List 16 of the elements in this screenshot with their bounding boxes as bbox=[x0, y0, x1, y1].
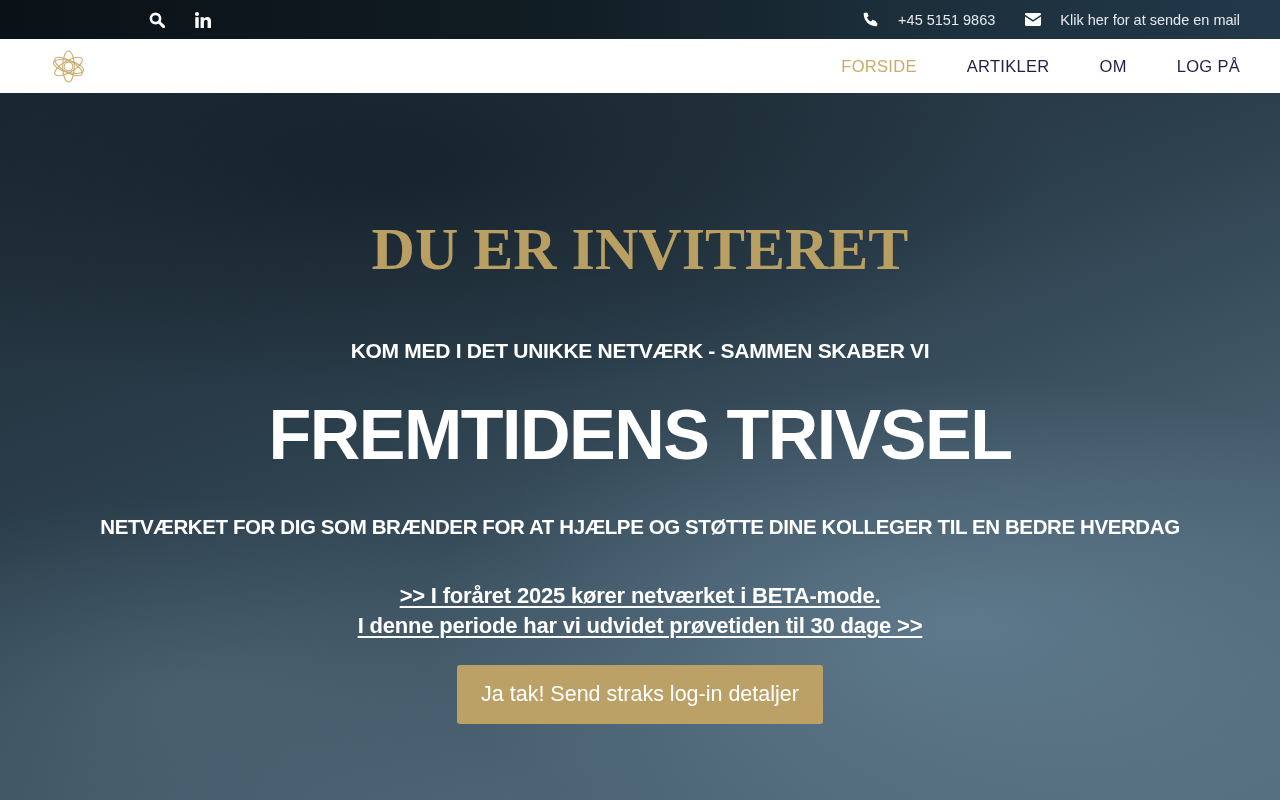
phone-number: +45 5151 9863 bbox=[898, 11, 996, 28]
hero-headline: FREMTIDENS TRIVSEL bbox=[268, 395, 1012, 476]
email-link[interactable]: Klik her for at sende en mail bbox=[1060, 11, 1240, 28]
nav-link[interactable]: LOG PÅ bbox=[1176, 56, 1240, 76]
envelope-icon bbox=[1025, 13, 1042, 26]
phone-icon bbox=[863, 12, 879, 27]
hero-subtitle: KOM MED I DET UNIKKE NETVÆRK - SAMMEN SKABER VI bbox=[350, 338, 930, 364]
nav-link[interactable]: OM bbox=[1099, 56, 1127, 76]
linkedin-icon[interactable] bbox=[195, 11, 211, 28]
search-icon[interactable] bbox=[149, 11, 165, 28]
hero-title: DU ER INVITERET bbox=[371, 215, 909, 284]
hero-tagline: NETVÆRKET FOR DIG SOM BRÆNDER FOR AT HJÆLPE OG STØTTE DINE KOLLEGER TIL EN BEDRE HVERDAG bbox=[100, 514, 1180, 540]
atom-logo-icon bbox=[52, 49, 85, 83]
nav-link[interactable]: ARTIKLER bbox=[966, 56, 1050, 76]
trial-info-link[interactable]: I denne periode har vi udvidet prøvetiden til 30 dage >> bbox=[357, 611, 923, 641]
trial-info-link[interactable]: >> I foråret 2025 kører netværket i BETA-mode. bbox=[399, 581, 881, 611]
